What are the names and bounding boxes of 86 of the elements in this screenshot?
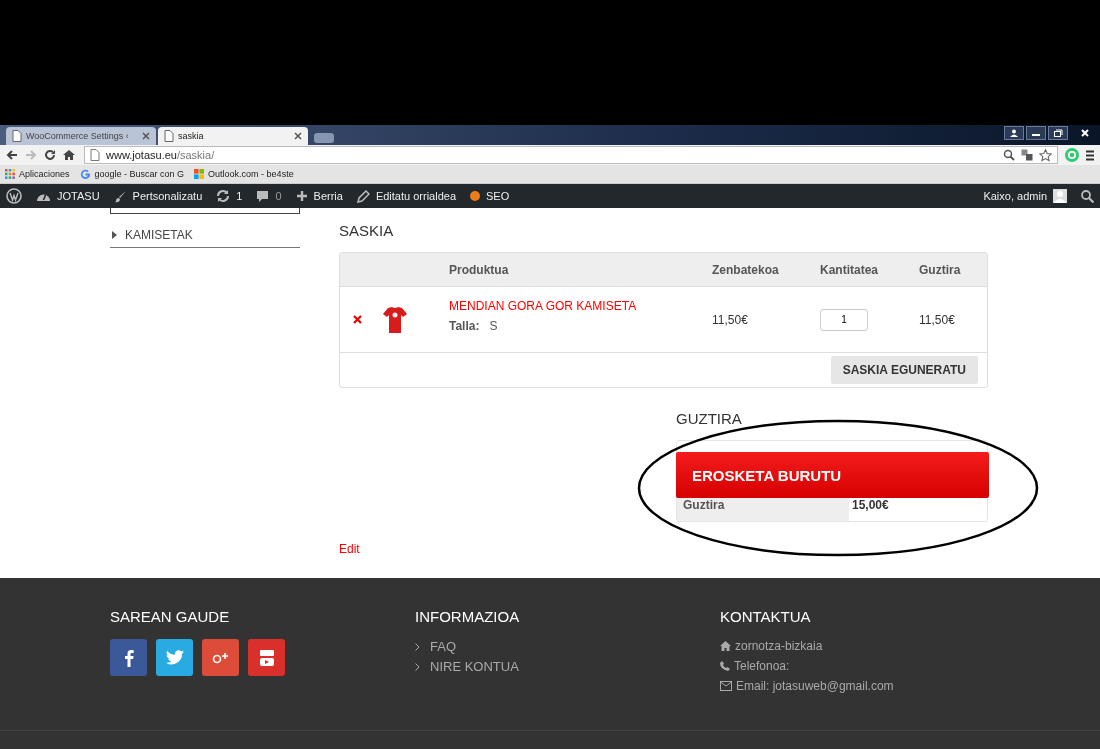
quantity-field[interactable]: 1 bbox=[820, 308, 868, 331]
contact-text: Email: jotasuweb@gmail.com bbox=[736, 679, 894, 693]
attribute-label: Talla: bbox=[449, 318, 480, 333]
g-letter-icon bbox=[79, 168, 91, 180]
checkout-button[interactable]: EROSKETA BURUTU bbox=[676, 452, 989, 498]
footer-link[interactable]: NIRE KONTUA bbox=[415, 659, 720, 674]
bookmark[interactable]: Aplicaciones bbox=[5, 169, 70, 179]
wp-menu-item[interactable] bbox=[6, 188, 22, 204]
chevron-icon bbox=[415, 642, 420, 651]
four-squares-icon bbox=[194, 169, 205, 179]
gplus-button[interactable] bbox=[202, 639, 239, 676]
browser-tab[interactable]: saskia bbox=[158, 127, 308, 145]
attribute-value: S bbox=[489, 318, 498, 333]
close-icon[interactable] bbox=[142, 132, 150, 140]
wordpress-logo bbox=[6, 188, 22, 204]
edit-link[interactable]: Edit bbox=[339, 542, 360, 556]
contact-text: zornotza-bizkaia bbox=[735, 639, 823, 653]
plus-icon bbox=[295, 190, 308, 202]
phone-icon bbox=[720, 661, 730, 671]
status-dot-icon bbox=[470, 191, 480, 201]
footer-heading: KONTAKTUA bbox=[720, 608, 812, 625]
footer-link[interactable]: FAQ bbox=[415, 639, 720, 654]
envelope-icon bbox=[720, 681, 732, 691]
browser-tab[interactable]: WooCommerce Settings ‹ bbox=[6, 127, 156, 145]
edit-menu-item[interactable]: Editatu orrialdea bbox=[356, 189, 456, 203]
bookmark[interactable]: google - Buscar con G bbox=[79, 168, 185, 180]
facebook-button[interactable] bbox=[110, 639, 147, 676]
grid-icon bbox=[5, 169, 15, 179]
g-plus-icon bbox=[211, 650, 230, 665]
column-header: Kantitatea bbox=[820, 262, 879, 277]
menu-icon[interactable] bbox=[1086, 149, 1094, 161]
page-icon bbox=[90, 149, 100, 161]
translate-icon[interactable] bbox=[1021, 149, 1033, 161]
footer-heading: INFORMAZIOA bbox=[415, 608, 521, 625]
home-icon bbox=[720, 641, 731, 651]
comments-menu-item[interactable]: 0 bbox=[256, 189, 282, 203]
contact-text: Telefonoa: bbox=[734, 659, 790, 673]
youtube-button[interactable] bbox=[248, 639, 285, 676]
column-header: Guztira bbox=[919, 262, 962, 277]
triangle-icon bbox=[112, 231, 117, 239]
search-icon[interactable] bbox=[1081, 189, 1094, 203]
refresh-icon bbox=[216, 189, 231, 203]
price-cell-text: 11,50€ bbox=[712, 312, 749, 327]
seo-menu-item[interactable]: SEO bbox=[470, 190, 510, 202]
footer-heading: SAREAN GAUDE bbox=[110, 608, 231, 625]
star-icon[interactable] bbox=[1039, 148, 1052, 162]
tshirt-thumbnail[interactable] bbox=[383, 305, 407, 334]
back-icon[interactable] bbox=[6, 149, 18, 161]
total-value: 15,00€ bbox=[851, 498, 889, 512]
minimize-button[interactable] bbox=[1026, 126, 1046, 140]
brush-menu-item[interactable]: Pertsonalizatu bbox=[113, 189, 203, 203]
page-icon bbox=[12, 130, 22, 142]
cart-title: SASKIA bbox=[339, 222, 395, 239]
product-link[interactable]: MENDIAN GORA GOR KAMISETA bbox=[449, 298, 712, 313]
subtotal-cell-text: 11,50€ bbox=[919, 312, 956, 327]
zoom-icon[interactable] bbox=[1003, 149, 1015, 161]
user-profile-button[interactable] bbox=[1004, 126, 1024, 140]
close-icon bbox=[1080, 128, 1090, 138]
brush-icon bbox=[113, 189, 127, 203]
updates-menu-item[interactable]: 1 bbox=[216, 189, 243, 203]
bookmark[interactable]: Outlook.com - be4ste bbox=[194, 169, 294, 179]
f-letter-icon bbox=[123, 648, 134, 667]
restore-button[interactable] bbox=[1048, 126, 1068, 140]
close-icon[interactable] bbox=[294, 132, 302, 140]
totals-title: GUZTIRA bbox=[676, 410, 743, 427]
new-menu-item[interactable]: Berria bbox=[295, 190, 343, 202]
avatar-icon bbox=[1053, 189, 1067, 203]
bird-icon bbox=[165, 650, 184, 665]
update-cart-button[interactable]: SASKIA EGUNERATU bbox=[830, 356, 978, 384]
twitter-button[interactable] bbox=[156, 639, 193, 676]
chevron-icon bbox=[415, 662, 420, 671]
column-header: Zenbatekoa bbox=[712, 262, 780, 277]
pencil-icon bbox=[356, 189, 370, 203]
user-menu[interactable]: Kaixo, admin bbox=[983, 189, 1067, 203]
address-bar[interactable]: www.jotasu.eu/saskia/ bbox=[84, 146, 1058, 164]
page-icon bbox=[164, 130, 174, 142]
person-icon bbox=[1009, 129, 1019, 137]
reload-icon[interactable] bbox=[44, 149, 56, 161]
restore-icon bbox=[1053, 129, 1063, 137]
tube-icon bbox=[258, 648, 275, 667]
speech-bubble-icon bbox=[256, 189, 270, 203]
site-menu-item[interactable]: JOTASU bbox=[36, 190, 100, 202]
column-header: Produktua bbox=[449, 262, 510, 277]
home-icon[interactable] bbox=[63, 149, 75, 161]
remove-icon[interactable] bbox=[353, 315, 362, 324]
category-link[interactable]: KAMISETAK bbox=[110, 228, 300, 248]
